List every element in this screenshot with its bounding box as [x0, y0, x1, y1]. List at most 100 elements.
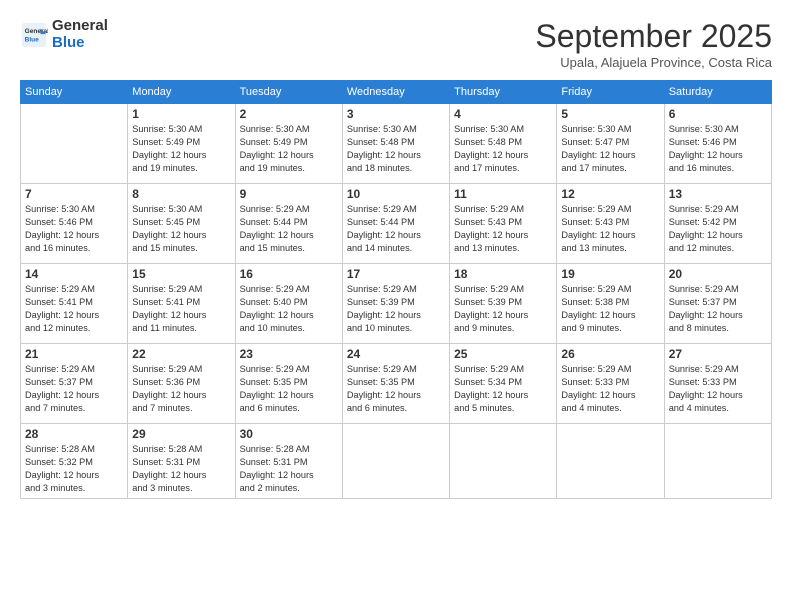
day-info: Sunrise: 5:29 AMSunset: 5:39 PMDaylight:…: [347, 283, 445, 335]
calendar-day-cell: [450, 424, 557, 499]
calendar-day-cell: 7 Sunrise: 5:30 AMSunset: 5:46 PMDaylight…: [21, 184, 128, 264]
title-block: September 2025 Upala, Alajuela Province,…: [535, 18, 772, 70]
day-info: Sunrise: 5:30 AMSunset: 5:46 PMDaylight:…: [25, 203, 123, 255]
calendar-day-cell: 16 Sunrise: 5:29 AMSunset: 5:40 PMDayligh…: [235, 264, 342, 344]
calendar-day-cell: 11 Sunrise: 5:29 AMSunset: 5:43 PMDayligh…: [450, 184, 557, 264]
day-number: 2: [240, 107, 338, 121]
month-title: September 2025: [535, 18, 772, 55]
logo-general-text: General: [52, 18, 108, 35]
day-info: Sunrise: 5:30 AMSunset: 5:47 PMDaylight:…: [561, 123, 659, 175]
day-info: Sunrise: 5:29 AMSunset: 5:40 PMDaylight:…: [240, 283, 338, 335]
day-info: Sunrise: 5:29 AMSunset: 5:35 PMDaylight:…: [240, 363, 338, 415]
calendar-day-cell: [557, 424, 664, 499]
day-number: 14: [25, 267, 123, 281]
calendar-day-cell: 17Sunrise: 5:29 AMSunset: 5:39 PMDayligh…: [342, 264, 449, 344]
day-number: 30: [240, 427, 338, 441]
calendar-day-cell: 26 Sunrise: 5:29 AMSunset: 5:33 PMDayligh…: [557, 344, 664, 424]
calendar-day-cell: 9 Sunrise: 5:29 AMSunset: 5:44 PMDaylight…: [235, 184, 342, 264]
calendar-week-row: 1 Sunrise: 5:30 AMSunset: 5:49 PMDaylight…: [21, 104, 772, 184]
weekday-header: Tuesday: [235, 81, 342, 104]
day-info: Sunrise: 5:29 AMSunset: 5:37 PMDaylight:…: [669, 283, 767, 335]
day-info: Sunrise: 5:29 AMSunset: 5:33 PMDaylight:…: [561, 363, 659, 415]
calendar-day-cell: 20 Sunrise: 5:29 AMSunset: 5:37 PMDayligh…: [664, 264, 771, 344]
location: Upala, Alajuela Province, Costa Rica: [535, 55, 772, 70]
logo-blue-text: Blue: [52, 35, 108, 52]
day-number: 4: [454, 107, 552, 121]
weekday-header: Wednesday: [342, 81, 449, 104]
calendar-day-cell: 8Sunrise: 5:30 AMSunset: 5:45 PMDaylight…: [128, 184, 235, 264]
day-number: 9: [240, 187, 338, 201]
day-info: Sunrise: 5:28 AMSunset: 5:32 PMDaylight:…: [25, 443, 123, 495]
calendar-table: SundayMondayTuesdayWednesdayThursdayFrid…: [20, 80, 772, 499]
calendar-day-cell: 21Sunrise: 5:29 AMSunset: 5:37 PMDayligh…: [21, 344, 128, 424]
logo-icon: General Blue: [20, 21, 48, 49]
calendar-day-cell: 14 Sunrise: 5:29 AMSunset: 5:41 PMDayligh…: [21, 264, 128, 344]
day-number: 25: [454, 347, 552, 361]
day-info: Sunrise: 5:30 AMSunset: 5:49 PMDaylight:…: [240, 123, 338, 175]
calendar-day-cell: 3Sunrise: 5:30 AMSunset: 5:48 PMDaylight…: [342, 104, 449, 184]
day-number: 12: [561, 187, 659, 201]
day-number: 13: [669, 187, 767, 201]
weekday-header: Monday: [128, 81, 235, 104]
calendar-day-cell: 1 Sunrise: 5:30 AMSunset: 5:49 PMDaylight…: [128, 104, 235, 184]
calendar-day-cell: 6Sunrise: 5:30 AMSunset: 5:46 PMDaylight…: [664, 104, 771, 184]
day-info: Sunrise: 5:30 AMSunset: 5:49 PMDaylight:…: [132, 123, 230, 175]
day-number: 23: [240, 347, 338, 361]
day-number: 29: [132, 427, 230, 441]
day-number: 10: [347, 187, 445, 201]
day-number: 7: [25, 187, 123, 201]
weekday-header-row: SundayMondayTuesdayWednesdayThursdayFrid…: [21, 81, 772, 104]
calendar-day-cell: 19 Sunrise: 5:29 AMSunset: 5:38 PMDayligh…: [557, 264, 664, 344]
day-number: 11: [454, 187, 552, 201]
calendar-day-cell: 25 Sunrise: 5:29 AMSunset: 5:34 PMDayligh…: [450, 344, 557, 424]
calendar-day-cell: 24Sunrise: 5:29 AMSunset: 5:35 PMDayligh…: [342, 344, 449, 424]
calendar-week-row: 14 Sunrise: 5:29 AMSunset: 5:41 PMDayligh…: [21, 264, 772, 344]
calendar-day-cell: 30 Sunrise: 5:28 AMSunset: 5:31 PMDayligh…: [235, 424, 342, 499]
calendar-day-cell: 4 Sunrise: 5:30 AMSunset: 5:48 PMDaylight…: [450, 104, 557, 184]
svg-text:Blue: Blue: [25, 36, 39, 43]
calendar-day-cell: 22 Sunrise: 5:29 AMSunset: 5:36 PMDayligh…: [128, 344, 235, 424]
day-info: Sunrise: 5:29 AMSunset: 5:43 PMDaylight:…: [454, 203, 552, 255]
day-info: Sunrise: 5:29 AMSunset: 5:33 PMDaylight:…: [669, 363, 767, 415]
calendar-day-cell: 12Sunrise: 5:29 AMSunset: 5:43 PMDayligh…: [557, 184, 664, 264]
day-info: Sunrise: 5:29 AMSunset: 5:38 PMDaylight:…: [561, 283, 659, 335]
calendar-day-cell: 5Sunrise: 5:30 AMSunset: 5:47 PMDaylight…: [557, 104, 664, 184]
calendar-day-cell: [342, 424, 449, 499]
weekday-header: Sunday: [21, 81, 128, 104]
calendar-day-cell: 15Sunrise: 5:29 AMSunset: 5:41 PMDayligh…: [128, 264, 235, 344]
calendar-day-cell: 2 Sunrise: 5:30 AMSunset: 5:49 PMDaylight…: [235, 104, 342, 184]
day-info: Sunrise: 5:29 AMSunset: 5:36 PMDaylight:…: [132, 363, 230, 415]
svg-text:General: General: [25, 28, 48, 35]
day-info: Sunrise: 5:29 AMSunset: 5:39 PMDaylight:…: [454, 283, 552, 335]
day-number: 19: [561, 267, 659, 281]
day-info: Sunrise: 5:29 AMSunset: 5:41 PMDaylight:…: [25, 283, 123, 335]
day-info: Sunrise: 5:29 AMSunset: 5:35 PMDaylight:…: [347, 363, 445, 415]
day-info: Sunrise: 5:29 AMSunset: 5:44 PMDaylight:…: [240, 203, 338, 255]
logo: General Blue General Blue: [20, 18, 108, 51]
calendar-day-cell: [21, 104, 128, 184]
calendar-day-cell: 18 Sunrise: 5:29 AMSunset: 5:39 PMDayligh…: [450, 264, 557, 344]
calendar-day-cell: 29 Sunrise: 5:28 AMSunset: 5:31 PMDayligh…: [128, 424, 235, 499]
day-info: Sunrise: 5:29 AMSunset: 5:44 PMDaylight:…: [347, 203, 445, 255]
day-number: 8: [132, 187, 230, 201]
day-number: 16: [240, 267, 338, 281]
day-number: 22: [132, 347, 230, 361]
day-number: 20: [669, 267, 767, 281]
calendar-day-cell: 10 Sunrise: 5:29 AMSunset: 5:44 PMDayligh…: [342, 184, 449, 264]
calendar-week-row: 21Sunrise: 5:29 AMSunset: 5:37 PMDayligh…: [21, 344, 772, 424]
day-info: Sunrise: 5:30 AMSunset: 5:46 PMDaylight:…: [669, 123, 767, 175]
page-header: General Blue General Blue September 2025…: [20, 18, 772, 70]
day-info: Sunrise: 5:29 AMSunset: 5:34 PMDaylight:…: [454, 363, 552, 415]
day-info: Sunrise: 5:28 AMSunset: 5:31 PMDaylight:…: [240, 443, 338, 495]
day-number: 26: [561, 347, 659, 361]
calendar-week-row: 28Sunrise: 5:28 AMSunset: 5:32 PMDayligh…: [21, 424, 772, 499]
day-info: Sunrise: 5:28 AMSunset: 5:31 PMDaylight:…: [132, 443, 230, 495]
weekday-header: Thursday: [450, 81, 557, 104]
day-number: 1: [132, 107, 230, 121]
day-number: 21: [25, 347, 123, 361]
day-number: 3: [347, 107, 445, 121]
calendar-day-cell: 27Sunrise: 5:29 AMSunset: 5:33 PMDayligh…: [664, 344, 771, 424]
day-info: Sunrise: 5:30 AMSunset: 5:48 PMDaylight:…: [454, 123, 552, 175]
calendar-day-cell: [664, 424, 771, 499]
day-number: 18: [454, 267, 552, 281]
